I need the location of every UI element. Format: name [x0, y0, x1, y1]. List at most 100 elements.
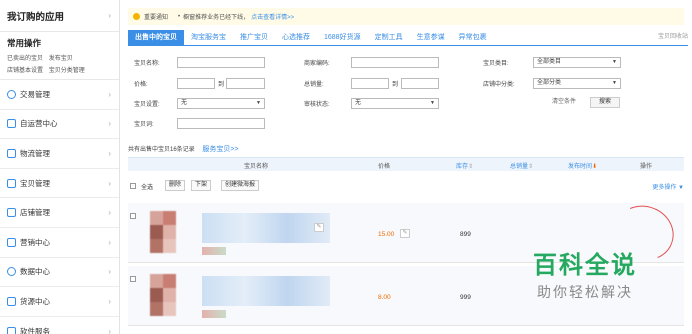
- price-label: 价格:: [134, 82, 148, 88]
- sales-to-label: 到: [392, 82, 399, 88]
- item-tags-blurred: [202, 247, 226, 255]
- keyword-input[interactable]: [177, 118, 265, 129]
- store-icon: [7, 208, 16, 218]
- dropdown-arrow-icon: ▼: [430, 100, 435, 106]
- col-stock-label: 库存: [456, 164, 469, 170]
- sidebar-item-self-operation[interactable]: 自运营中心 ›: [0, 110, 119, 140]
- notice-text: 橱窗推荐业务已经下线，: [183, 15, 250, 21]
- col-total-sales[interactable]: 总销量⇕: [510, 161, 533, 170]
- chat-bubble-icon: [7, 119, 16, 129]
- item-name-input[interactable]: [177, 57, 265, 68]
- row-checkbox[interactable]: [130, 276, 136, 282]
- item-thumbnail[interactable]: [150, 211, 176, 253]
- search-button[interactable]: 搜索: [590, 97, 620, 108]
- sidebar-item-label: 数据中心: [20, 267, 50, 277]
- chevron-right-icon: ›: [108, 237, 111, 247]
- clear-conditions-button[interactable]: 清空条件: [548, 98, 580, 109]
- col-price[interactable]: 价格: [378, 161, 390, 170]
- offshelf-button[interactable]: 下架: [191, 180, 212, 191]
- item-stock: 899: [460, 231, 471, 238]
- sidebar-item-items[interactable]: 宝贝管理 ›: [0, 169, 119, 199]
- sales-min-input[interactable]: [351, 78, 389, 89]
- software-icon: [7, 326, 16, 334]
- my-apps-header[interactable]: 我订购的应用 ›: [0, 0, 119, 32]
- col-actions: 操作: [640, 164, 653, 170]
- row-checkbox[interactable]: [130, 213, 136, 219]
- common-links-row-1: 已卖出的宝贝 发布宝贝: [7, 53, 112, 65]
- create-poster-button[interactable]: 创建微海报: [221, 180, 260, 191]
- dropdown-arrow-icon: ▼: [612, 80, 617, 86]
- service-items-link[interactable]: 服务宝贝>>: [202, 146, 238, 153]
- delete-button[interactable]: 删除: [165, 180, 186, 191]
- merchant-code-input[interactable]: [351, 57, 439, 68]
- select-all-checkbox[interactable]: [130, 183, 136, 189]
- col-sales-label: 总销量: [510, 164, 529, 170]
- megaphone-icon: [7, 237, 16, 247]
- tab-promote[interactable]: 推广宝贝: [233, 30, 275, 45]
- link-publish-item[interactable]: 发布宝贝: [49, 56, 73, 62]
- item-settings-select-value: 无: [181, 100, 188, 106]
- store-category-select-value: 全部分类: [537, 80, 562, 86]
- sidebar: 我订购的应用 › 常用操作 已卖出的宝贝 发布宝贝 店铺基本设置 宝贝分类管理 …: [0, 0, 120, 334]
- chevron-right-icon: ›: [108, 178, 111, 188]
- sidebar-item-logistics[interactable]: 物流管理 ›: [0, 139, 119, 169]
- table-header: 宝贝名称 价格 库存⇕ 总销量⇕ 发布时间⬇ 操作: [128, 157, 684, 171]
- edit-price-icon[interactable]: ✎: [400, 229, 410, 238]
- item-title-blurred[interactable]: [202, 276, 330, 306]
- store-category-select[interactable]: 全部分类 ▼: [533, 78, 621, 89]
- bullet-icon: •: [178, 13, 181, 20]
- more-actions-dropdown[interactable]: 更多操作 ▼: [652, 182, 684, 191]
- select-all-label: 全选: [141, 185, 154, 191]
- sidebar-item-data[interactable]: 数据中心 ›: [0, 258, 119, 288]
- item-settings-select[interactable]: 无 ▼: [177, 98, 265, 109]
- total-sales-label: 总销量:: [304, 82, 324, 88]
- dropdown-arrow-icon: ▼: [612, 59, 617, 65]
- price-max-input[interactable]: [226, 78, 265, 89]
- chevron-right-icon: ›: [108, 148, 111, 158]
- notice-link[interactable]: 点击查看详情>>: [251, 12, 294, 21]
- tab-custom-tools[interactable]: 定制工具: [368, 30, 410, 45]
- store-category-label: 店铺中分类:: [483, 82, 515, 88]
- sidebar-item-label: 交易管理: [20, 89, 50, 99]
- price-min-input[interactable]: [177, 78, 215, 89]
- sidebar-item-transactions[interactable]: 交易管理 ›: [0, 80, 119, 110]
- link-sold-items[interactable]: 已卖出的宝贝: [7, 56, 43, 62]
- item-stock: 999: [460, 294, 471, 301]
- tab-1688-supply[interactable]: 1688好货源: [317, 30, 368, 45]
- edit-pencil-icon[interactable]: ✎: [314, 223, 324, 232]
- item-thumbnail[interactable]: [150, 274, 176, 316]
- tab-bar: 出售中的宝贝 淘宝服务宝 推广宝贝 心选推荐 1688好货源 定制工具 生意参谋…: [128, 30, 688, 46]
- link-category-management[interactable]: 宝贝分类管理: [49, 68, 85, 74]
- keyword-label: 宝贝词:: [134, 122, 154, 128]
- merchant-code-label: 商家编码:: [304, 61, 330, 67]
- link-store-settings[interactable]: 店铺基本设置: [7, 68, 43, 74]
- col-stock[interactable]: 库存⇕: [456, 161, 473, 170]
- sort-desc-icon: ⬇: [592, 164, 598, 170]
- category-select[interactable]: 全部类目 ▼: [533, 57, 621, 68]
- my-apps-title: 我订购的应用: [7, 11, 65, 23]
- tab-service[interactable]: 淘宝服务宝: [184, 30, 233, 45]
- sidebar-item-label: 营销中心: [20, 237, 50, 247]
- sales-max-input[interactable]: [401, 78, 439, 89]
- tab-recommend[interactable]: 心选推荐: [275, 30, 317, 45]
- tab-abnormal-packages[interactable]: 异常包裹: [452, 30, 494, 45]
- dashboard-icon: [7, 267, 16, 277]
- record-count: 共有出售中宝贝16条记录: [128, 147, 195, 153]
- bulk-toolbar: 全选 删除 下架 创建微海报 更多操作 ▼: [128, 176, 684, 196]
- col-publish-time[interactable]: 发布时间⬇: [568, 161, 597, 170]
- sidebar-item-supply[interactable]: 货源中心 ›: [0, 287, 119, 317]
- tab-business-advisor[interactable]: 生意参谋: [410, 30, 452, 45]
- sidebar-item-store[interactable]: 店铺管理 ›: [0, 198, 119, 228]
- chevron-right-icon: ›: [108, 296, 111, 306]
- chevron-right-icon: ›: [108, 267, 111, 277]
- tab-on-sale[interactable]: 出售中的宝贝: [128, 30, 184, 45]
- transaction-icon: [7, 89, 16, 99]
- violation-status-select[interactable]: 无 ▼: [351, 98, 439, 109]
- sidebar-item-software[interactable]: 软件服务 ›: [0, 317, 119, 334]
- notice-bar: 重要通知 • 橱窗推荐业务已经下线， 点击查看详情>>: [128, 8, 684, 25]
- sort-icon: ⇕: [468, 164, 474, 170]
- sidebar-item-marketing[interactable]: 营销中心 ›: [0, 228, 119, 258]
- notice-label: 重要通知: [144, 15, 169, 21]
- item-title-blurred[interactable]: [202, 213, 330, 243]
- recycle-bin-link[interactable]: 宝贝回收站: [651, 30, 688, 45]
